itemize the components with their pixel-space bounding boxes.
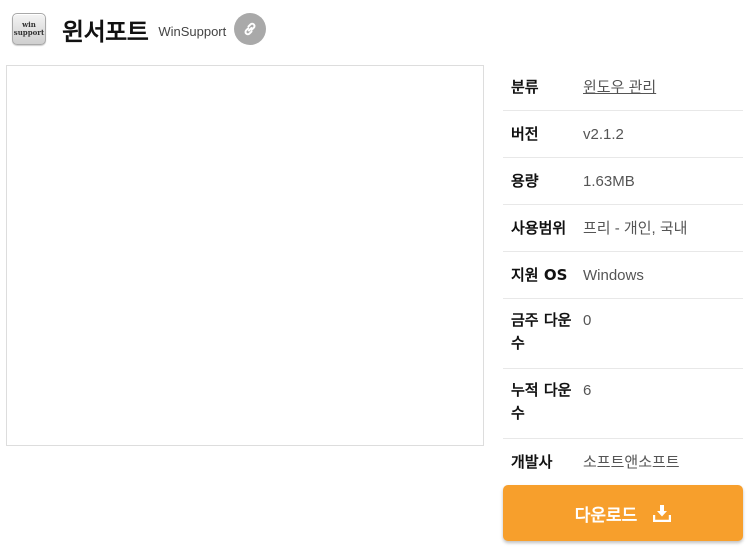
app-title: 윈서포트	[62, 17, 149, 46]
size-label: 용량	[511, 171, 539, 190]
info-row-developer: 개발사 소프트앤소프트	[503, 439, 743, 486]
weekly-downloads-label: 금주 다운수	[511, 311, 572, 352]
info-row-version: 버전 v2.1.2	[503, 111, 743, 158]
info-row-license: 사용범위 프리 - 개인, 국내	[503, 205, 743, 252]
info-row-size: 용량 1.63MB	[503, 158, 743, 205]
license-label: 사용범위	[511, 218, 567, 237]
total-downloads-value: 6	[583, 382, 592, 399]
category-label: 분류	[511, 77, 539, 96]
info-row-total-downloads: 누적 다운수 6	[503, 369, 743, 439]
developer-label: 개발사	[511, 453, 553, 471]
homepage-link-button[interactable]	[234, 13, 267, 45]
category-link[interactable]: 윈도우 관리	[583, 79, 656, 96]
download-label: 다운로드	[574, 505, 638, 526]
app-subtitle: WinSupport	[158, 23, 227, 39]
info-row-os: 지원 OS Windows	[503, 252, 743, 299]
program-info-table: 분류 윈도우 관리 버전 v2.1.2 용량 1.63MB 사용범위 프리 - …	[503, 64, 743, 486]
download-button[interactable]: 다운로드	[503, 485, 743, 541]
category-value: 윈도우 관리	[583, 76, 743, 99]
version-value: v2.1.2	[583, 125, 624, 143]
os-value: Windows	[583, 266, 644, 284]
logo-text-support: support	[13, 28, 45, 37]
license-value: 프리 - 개인, 국내	[583, 219, 688, 237]
version-label: 버전	[511, 124, 539, 143]
info-row-category: 분류 윈도우 관리	[503, 64, 743, 111]
download-icon	[653, 504, 672, 522]
info-row-weekly-downloads: 금주 다운수 0	[503, 299, 743, 369]
total-downloads-label: 누적 다운수	[511, 381, 572, 422]
link-icon	[244, 22, 256, 36]
app-logo: win support	[12, 13, 46, 45]
developer-value: 소프트앤소프트	[583, 454, 680, 471]
weekly-downloads-value: 0	[583, 312, 592, 329]
size-value: 1.63MB	[583, 172, 635, 190]
screenshot-preview	[6, 65, 484, 446]
app-header: win support 윈서포트 WinSupport	[12, 11, 267, 47]
os-label: 지원 OS	[511, 265, 568, 284]
